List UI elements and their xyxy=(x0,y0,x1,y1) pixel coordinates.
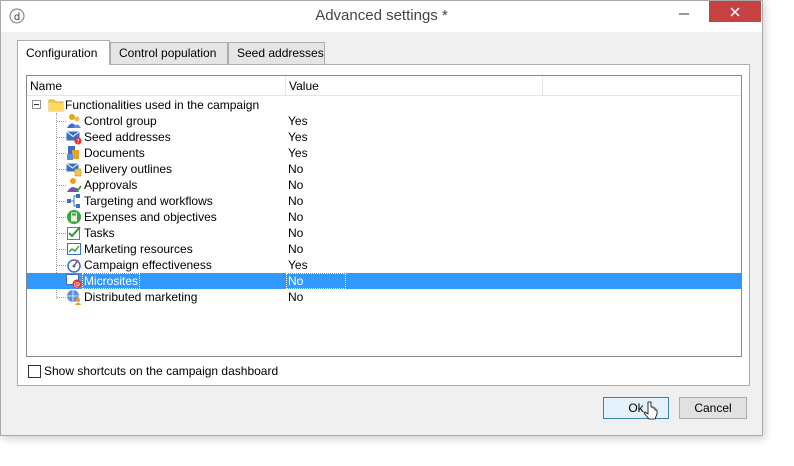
collapse-icon[interactable] xyxy=(32,100,41,109)
calculator-icon xyxy=(67,210,81,224)
show-shortcuts-option[interactable]: Show shortcuts on the campaign dashboard xyxy=(28,363,278,379)
people-icon xyxy=(67,114,81,128)
tree-row-documents[interactable]: Documents Yes xyxy=(27,145,741,161)
tree-group-label: Functionalities used in the campaign xyxy=(65,98,260,112)
ok-button[interactable]: Ok xyxy=(603,397,669,419)
minimize-button[interactable] xyxy=(670,1,697,22)
tree-row-targeting-and-workflows[interactable]: Targeting and workflows No xyxy=(27,193,741,209)
tree-row-delivery-outlines[interactable]: Delivery outlines No xyxy=(27,161,741,177)
microsite-icon: @ xyxy=(66,274,82,289)
effectiveness-icon xyxy=(67,259,81,273)
close-icon xyxy=(730,6,740,17)
tab-control-population[interactable]: Control population xyxy=(110,42,228,64)
column-header-value[interactable]: Value xyxy=(286,76,543,96)
tree-row-tasks[interactable]: Tasks No xyxy=(27,225,741,241)
envelope-question-icon: ? xyxy=(66,131,82,145)
show-shortcuts-label: Show shortcuts on the campaign dashboard xyxy=(44,364,279,378)
envelope-list-icon xyxy=(66,163,82,177)
functionalities-tree[interactable]: Name Value Functionalities used in the c… xyxy=(26,75,742,357)
tree-row-expenses-and-objectives[interactable]: Expenses and objectives No xyxy=(27,209,741,225)
minimize-icon xyxy=(678,13,689,14)
globe-user-icon xyxy=(67,290,81,305)
tab-configuration[interactable]: Configuration xyxy=(17,40,110,65)
column-header-name[interactable]: Name xyxy=(27,76,286,96)
window-title: Advanced settings * xyxy=(315,7,448,24)
task-check-icon xyxy=(67,226,81,240)
show-shortcuts-checkbox[interactable] xyxy=(28,364,41,378)
approval-user-icon xyxy=(67,178,82,192)
workflow-icon xyxy=(67,194,80,208)
title-bar[interactable]: d Advanced settings * xyxy=(1,1,762,32)
tree-row-seed-addresses[interactable]: ? Seed addresses Yes xyxy=(27,129,741,145)
tree-row-control-group[interactable]: Control group Yes xyxy=(27,113,741,129)
tree-row-approvals[interactable]: Approvals No xyxy=(27,177,741,193)
tree-row-microsites[interactable]: @ Microsites No xyxy=(27,273,741,289)
close-button[interactable] xyxy=(709,1,761,22)
chart-resource-icon xyxy=(67,243,81,255)
svg-text:@: @ xyxy=(74,281,81,289)
documents-icon xyxy=(67,146,79,160)
advanced-settings-dialog: d Advanced settings * Configuration Cont… xyxy=(0,0,763,436)
configuration-panel: Name Value Functionalities used in the c… xyxy=(17,64,750,386)
tree-row-marketing-resources[interactable]: Marketing resources No xyxy=(27,241,741,257)
tree-header: Name Value xyxy=(27,76,741,96)
cancel-button[interactable]: Cancel xyxy=(679,397,747,419)
folder-icon xyxy=(48,99,64,112)
tree-row-campaign-effectiveness[interactable]: Campaign effectiveness Yes xyxy=(27,257,741,273)
tree-group-functionalities[interactable]: Functionalities used in the campaign xyxy=(27,97,741,113)
tree-row-distributed-marketing[interactable]: Distributed marketing No xyxy=(27,289,741,305)
mouse-cursor-icon xyxy=(643,401,658,420)
tab-seed-addresses[interactable]: Seed addresses xyxy=(228,42,325,64)
